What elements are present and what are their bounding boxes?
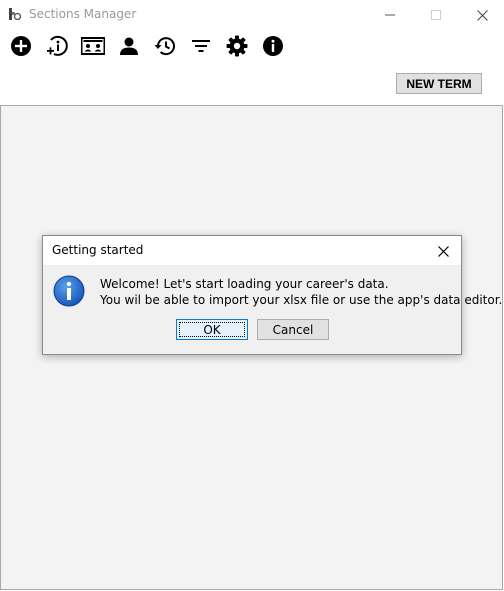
maximize-button[interactable] (413, 0, 459, 30)
toolbar (0, 30, 504, 62)
dialog-message: Welcome! Let's start loading your career… (100, 276, 502, 308)
id-card-icon (81, 37, 105, 55)
minimize-button[interactable] (367, 0, 413, 30)
dialog-message-line-2: You wil be able to import your xlsx file… (100, 293, 503, 307)
information-icon (53, 275, 85, 307)
getting-started-dialog: Getting started Welcome! Let's start loa… (42, 235, 502, 355)
close-icon (437, 245, 449, 257)
minimize-icon (385, 14, 395, 16)
history-button[interactable] (153, 34, 177, 58)
dialog-title-bar: Getting started (43, 236, 461, 265)
close-icon (476, 9, 488, 21)
settings-button[interactable] (225, 34, 249, 58)
ok-button[interactable]: OK (176, 319, 248, 340)
about-button[interactable] (261, 34, 285, 58)
add-circle-icon (11, 36, 31, 56)
info-add-icon (47, 35, 68, 56)
cancel-button[interactable]: Cancel (257, 319, 329, 340)
person-icon (120, 37, 138, 55)
dialog-close-button[interactable] (433, 241, 453, 261)
gear-icon (226, 35, 248, 57)
title-bar: Sections Manager (0, 0, 504, 30)
filter-icon (192, 40, 210, 52)
dialog-body: Welcome! Let's start loading your career… (43, 265, 502, 354)
filter-button[interactable] (189, 34, 213, 58)
new-term-button[interactable]: NEW TERM (396, 73, 482, 94)
window-title: Sections Manager (29, 7, 137, 21)
person-button[interactable] (117, 34, 141, 58)
add-button[interactable] (9, 34, 33, 58)
app-logo-icon (9, 8, 21, 20)
close-button[interactable] (459, 0, 504, 30)
dialog-title: Getting started (52, 243, 144, 257)
dialog-message-line-1: Welcome! Let's start loading your career… (100, 277, 389, 291)
info-add-button[interactable] (45, 34, 69, 58)
info-icon (263, 36, 283, 56)
maximize-icon (431, 10, 441, 20)
app-window: Sections Manager NEW TERM Getting starte… (0, 0, 504, 591)
id-card-button[interactable] (81, 34, 105, 58)
history-icon (154, 37, 175, 56)
